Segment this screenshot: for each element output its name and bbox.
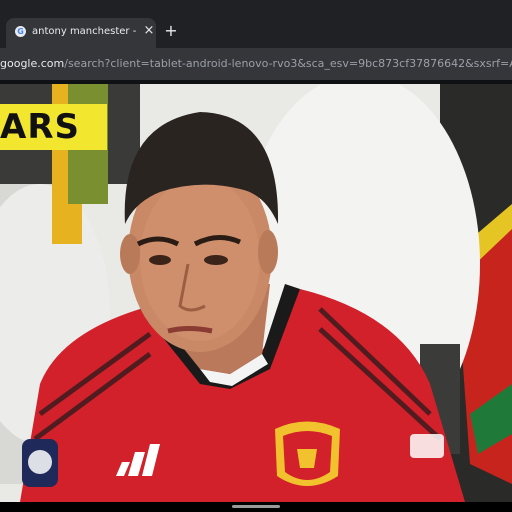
premier-league-badge-icon	[22, 439, 58, 487]
address-bar[interactable]: google.com/search?client=tablet-android-…	[0, 48, 512, 80]
manchester-united-crest-icon	[275, 421, 340, 486]
system-navigation-bar	[0, 502, 512, 512]
overlay-text: ARS	[0, 107, 80, 147]
url-field[interactable]: google.com/search?client=tablet-android-…	[0, 56, 512, 72]
browser-tab[interactable]: G antony manchester - Pesquisa ×	[6, 18, 156, 48]
overlay-banner: ARS	[0, 104, 107, 150]
page-content: ARS	[0, 84, 512, 502]
google-favicon-icon: G	[15, 26, 26, 37]
new-tab-button[interactable]: +	[162, 21, 180, 41]
home-indicator[interactable]	[232, 505, 280, 508]
tab-title: antony manchester - Pesquisa	[32, 26, 136, 37]
close-tab-icon[interactable]: ×	[142, 23, 156, 39]
url-path: /search?client=tablet-android-lenovo-rvo…	[64, 57, 512, 70]
tab-strip: G antony manchester - Pesquisa × +	[0, 0, 512, 48]
url-host: google.com	[0, 57, 65, 70]
